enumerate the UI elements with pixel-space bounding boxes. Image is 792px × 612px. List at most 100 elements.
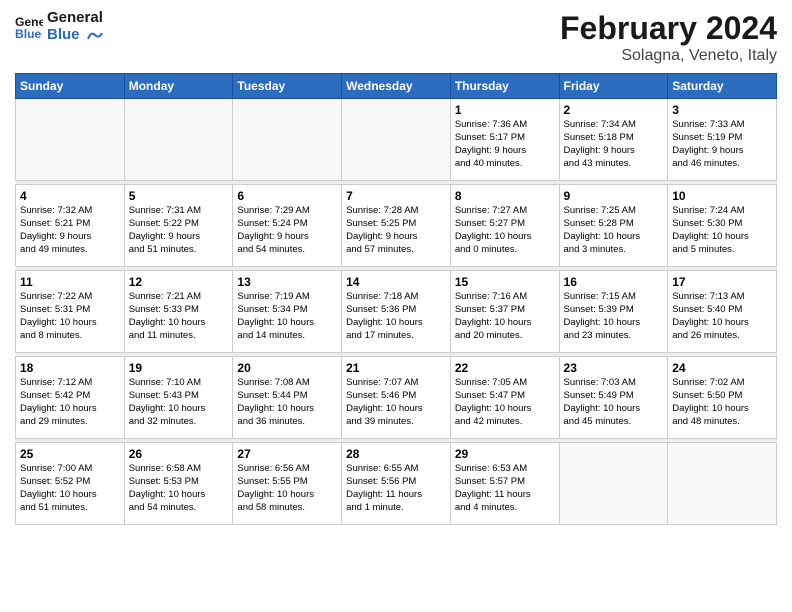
day-number: 28 xyxy=(346,446,446,462)
day-number: 17 xyxy=(672,274,772,290)
day-header-sunday: Sunday xyxy=(16,74,125,99)
day-info: Sunrise: 7:32 AM xyxy=(20,205,120,218)
day-info: Sunrise: 7:21 AM xyxy=(129,291,229,304)
day-header-wednesday: Wednesday xyxy=(342,74,451,99)
day-info: Sunset: 5:47 PM xyxy=(455,390,555,403)
day-info: Sunrise: 7:12 AM xyxy=(20,377,120,390)
day-info: and 49 minutes. xyxy=(20,244,120,257)
day-number: 1 xyxy=(455,102,555,118)
day-info: Daylight: 10 hours xyxy=(564,231,664,244)
day-info: Sunset: 5:28 PM xyxy=(564,218,664,231)
week-row-4: 18Sunrise: 7:12 AMSunset: 5:42 PMDayligh… xyxy=(16,357,777,439)
title-area: February 2024 Solagna, Veneto, Italy xyxy=(560,10,777,65)
day-info: Sunset: 5:19 PM xyxy=(672,132,772,145)
calendar-cell: 17Sunrise: 7:13 AMSunset: 5:40 PMDayligh… xyxy=(668,271,777,353)
day-info: Sunset: 5:33 PM xyxy=(129,304,229,317)
day-info: Sunrise: 7:05 AM xyxy=(455,377,555,390)
day-info: Sunset: 5:30 PM xyxy=(672,218,772,231)
day-info: Sunrise: 7:33 AM xyxy=(672,119,772,132)
day-info: and 57 minutes. xyxy=(346,244,446,257)
day-info: Sunset: 5:22 PM xyxy=(129,218,229,231)
day-info: and 48 minutes. xyxy=(672,416,772,429)
day-header-thursday: Thursday xyxy=(450,74,559,99)
day-info: Daylight: 11 hours xyxy=(346,489,446,502)
calendar-cell: 19Sunrise: 7:10 AMSunset: 5:43 PMDayligh… xyxy=(124,357,233,439)
day-info: Sunrise: 7:22 AM xyxy=(20,291,120,304)
day-info: Sunrise: 7:15 AM xyxy=(564,291,664,304)
day-info: and 17 minutes. xyxy=(346,330,446,343)
day-number: 2 xyxy=(564,102,664,118)
day-info: and 40 minutes. xyxy=(455,158,555,171)
logo-icon: General Blue xyxy=(15,13,43,41)
day-info: Sunrise: 7:34 AM xyxy=(564,119,664,132)
calendar-cell xyxy=(124,99,233,181)
logo-general: General xyxy=(47,10,104,27)
day-number: 13 xyxy=(237,274,337,290)
day-header-saturday: Saturday xyxy=(668,74,777,99)
day-number: 26 xyxy=(129,446,229,462)
day-info: Daylight: 9 hours xyxy=(455,145,555,158)
calendar-cell: 5Sunrise: 7:31 AMSunset: 5:22 PMDaylight… xyxy=(124,185,233,267)
day-info: Daylight: 10 hours xyxy=(20,317,120,330)
calendar-cell: 16Sunrise: 7:15 AMSunset: 5:39 PMDayligh… xyxy=(559,271,668,353)
calendar-cell: 26Sunrise: 6:58 AMSunset: 5:53 PMDayligh… xyxy=(124,443,233,525)
day-info: Daylight: 10 hours xyxy=(455,403,555,416)
calendar-cell: 24Sunrise: 7:02 AMSunset: 5:50 PMDayligh… xyxy=(668,357,777,439)
svg-text:Blue: Blue xyxy=(15,27,42,41)
day-info: Daylight: 10 hours xyxy=(237,317,337,330)
day-info: and 4 minutes. xyxy=(455,502,555,515)
day-info: Daylight: 10 hours xyxy=(20,403,120,416)
calendar-cell: 28Sunrise: 6:55 AMSunset: 5:56 PMDayligh… xyxy=(342,443,451,525)
day-info: Sunset: 5:34 PM xyxy=(237,304,337,317)
day-info: Sunset: 5:44 PM xyxy=(237,390,337,403)
day-header-monday: Monday xyxy=(124,74,233,99)
day-info: Sunset: 5:50 PM xyxy=(672,390,772,403)
day-info: Sunset: 5:36 PM xyxy=(346,304,446,317)
logo-wave-icon xyxy=(86,29,104,41)
calendar-cell: 1Sunrise: 7:36 AMSunset: 5:17 PMDaylight… xyxy=(450,99,559,181)
day-info: Daylight: 10 hours xyxy=(672,403,772,416)
day-number: 6 xyxy=(237,188,337,204)
day-info: and 8 minutes. xyxy=(20,330,120,343)
calendar-cell xyxy=(668,443,777,525)
calendar-cell: 8Sunrise: 7:27 AMSunset: 5:27 PMDaylight… xyxy=(450,185,559,267)
day-number: 9 xyxy=(564,188,664,204)
day-info: Sunrise: 7:10 AM xyxy=(129,377,229,390)
day-number: 19 xyxy=(129,360,229,376)
day-info: and 29 minutes. xyxy=(20,416,120,429)
day-info: Daylight: 9 hours xyxy=(564,145,664,158)
calendar-cell: 29Sunrise: 6:53 AMSunset: 5:57 PMDayligh… xyxy=(450,443,559,525)
calendar-cell: 18Sunrise: 7:12 AMSunset: 5:42 PMDayligh… xyxy=(16,357,125,439)
calendar-cell: 21Sunrise: 7:07 AMSunset: 5:46 PMDayligh… xyxy=(342,357,451,439)
day-info: Daylight: 10 hours xyxy=(672,231,772,244)
day-info: Sunset: 5:37 PM xyxy=(455,304,555,317)
calendar-cell: 14Sunrise: 7:18 AMSunset: 5:36 PMDayligh… xyxy=(342,271,451,353)
day-info: and 54 minutes. xyxy=(237,244,337,257)
calendar-cell: 22Sunrise: 7:05 AMSunset: 5:47 PMDayligh… xyxy=(450,357,559,439)
day-info: Sunset: 5:24 PM xyxy=(237,218,337,231)
day-info: Sunrise: 7:29 AM xyxy=(237,205,337,218)
day-number: 15 xyxy=(455,274,555,290)
day-info: Daylight: 10 hours xyxy=(129,403,229,416)
day-number: 10 xyxy=(672,188,772,204)
day-info: Daylight: 10 hours xyxy=(129,317,229,330)
day-info: Sunrise: 6:56 AM xyxy=(237,463,337,476)
day-info: Daylight: 9 hours xyxy=(346,231,446,244)
day-number: 5 xyxy=(129,188,229,204)
calendar-cell: 15Sunrise: 7:16 AMSunset: 5:37 PMDayligh… xyxy=(450,271,559,353)
day-number: 8 xyxy=(455,188,555,204)
day-number: 24 xyxy=(672,360,772,376)
day-info: Sunrise: 7:02 AM xyxy=(672,377,772,390)
day-info: Daylight: 10 hours xyxy=(564,403,664,416)
day-info: Daylight: 10 hours xyxy=(672,317,772,330)
day-info: Sunset: 5:57 PM xyxy=(455,476,555,489)
day-info: Sunset: 5:17 PM xyxy=(455,132,555,145)
day-info: Sunset: 5:56 PM xyxy=(346,476,446,489)
calendar-page: General Blue General Blue February 2024 … xyxy=(0,0,792,612)
day-info: Daylight: 10 hours xyxy=(455,317,555,330)
calendar-cell: 20Sunrise: 7:08 AMSunset: 5:44 PMDayligh… xyxy=(233,357,342,439)
day-info: Sunrise: 7:28 AM xyxy=(346,205,446,218)
week-row-2: 4Sunrise: 7:32 AMSunset: 5:21 PMDaylight… xyxy=(16,185,777,267)
day-info: Sunset: 5:27 PM xyxy=(455,218,555,231)
day-info: and 1 minute. xyxy=(346,502,446,515)
